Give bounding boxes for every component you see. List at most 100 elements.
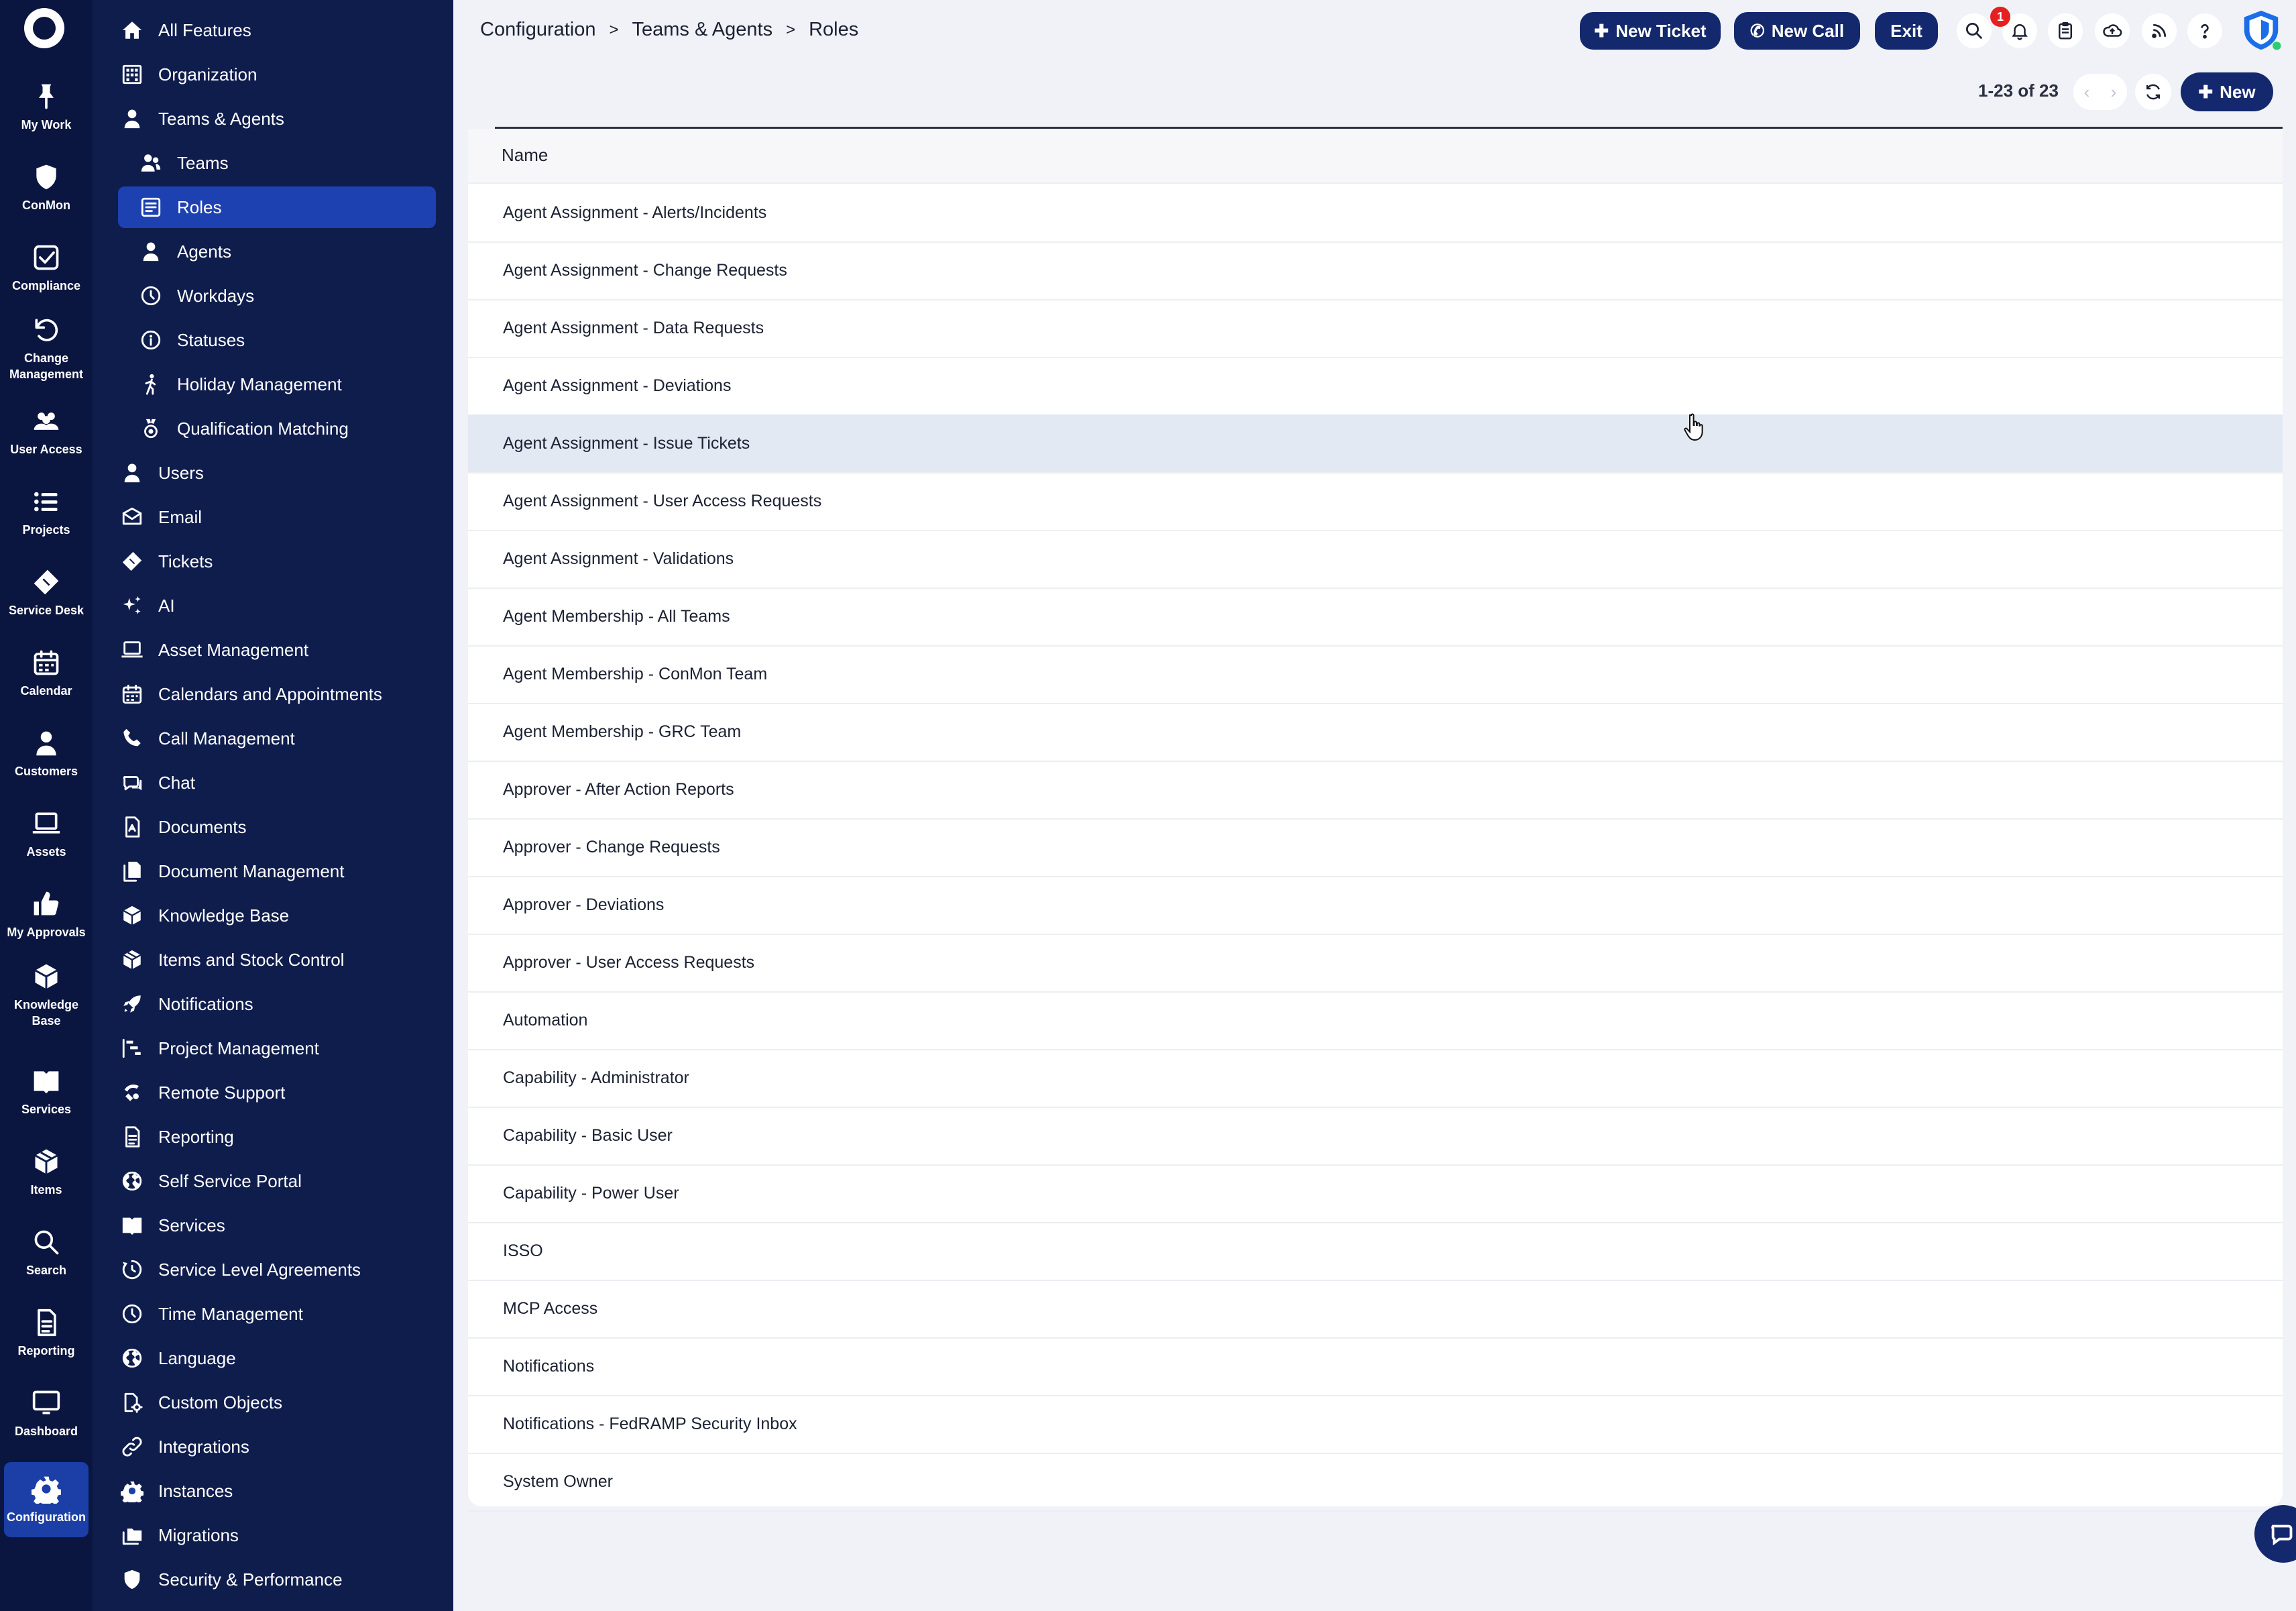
- rail-item-user-access[interactable]: User Access: [4, 394, 89, 469]
- menu-item-qualification-matching[interactable]: Qualification Matching: [118, 408, 436, 449]
- menu-item-roles[interactable]: Roles: [118, 186, 436, 228]
- new-role-button[interactable]: ✚ New: [2181, 72, 2273, 111]
- menu-item-ai[interactable]: AI: [118, 585, 436, 626]
- menu-item-instances[interactable]: Instances: [118, 1470, 436, 1512]
- table-row[interactable]: Capability - Power User: [468, 1164, 2283, 1223]
- table-row[interactable]: Capability - Administrator: [468, 1049, 2283, 1108]
- breadcrumb-configuration[interactable]: Configuration: [480, 19, 596, 41]
- table-row[interactable]: Automation: [468, 991, 2283, 1050]
- table-row[interactable]: Agent Assignment - User Access Requests: [468, 472, 2283, 531]
- menu-item-integrations[interactable]: Integrations: [118, 1426, 436, 1467]
- app-logo-icon[interactable]: [24, 8, 64, 48]
- rail-item-services[interactable]: Services: [4, 1054, 89, 1129]
- menu-item-calendars-and-appointments[interactable]: Calendars and Appointments: [118, 673, 436, 715]
- help-button[interactable]: [2187, 13, 2222, 48]
- menu-item-workdays[interactable]: Workdays: [118, 275, 436, 317]
- menu-item-chat[interactable]: Chat: [118, 762, 436, 803]
- table-row[interactable]: Agent Assignment - Issue Tickets: [468, 414, 2283, 474]
- rail-item-dashboard[interactable]: Dashboard: [4, 1376, 89, 1451]
- next-page-icon[interactable]: ›: [2111, 82, 2117, 103]
- brand-shield-button[interactable]: [2240, 8, 2283, 52]
- rail-item-configuration[interactable]: Configuration: [4, 1462, 89, 1537]
- table-row[interactable]: ISSO: [468, 1222, 2283, 1281]
- menu-item-asset-management[interactable]: Asset Management: [118, 629, 436, 671]
- rail-item-my-approvals[interactable]: My Approvals: [4, 877, 89, 952]
- rss-button[interactable]: [2142, 13, 2177, 48]
- menu-item-holiday-management[interactable]: Holiday Management: [118, 364, 436, 405]
- rail-item-reporting[interactable]: Reporting: [4, 1296, 89, 1371]
- table-row[interactable]: Approver - Change Requests: [468, 818, 2283, 877]
- rail-item-knowledge-base[interactable]: Knowledge Base: [4, 958, 89, 1033]
- table-row[interactable]: Agent Membership - All Teams: [468, 588, 2283, 647]
- menu-item-project-management[interactable]: Project Management: [118, 1027, 436, 1069]
- rail-item-customers[interactable]: Customers: [4, 716, 89, 791]
- table-row[interactable]: Approver - Deviations: [468, 876, 2283, 935]
- menu-item-email[interactable]: Email: [118, 496, 436, 538]
- rail-item-search[interactable]: Search: [4, 1215, 89, 1290]
- rail-item-projects[interactable]: Projects: [4, 475, 89, 550]
- rail-item-compliance[interactable]: Compliance: [4, 231, 89, 306]
- menu-item-document-management[interactable]: Document Management: [118, 850, 436, 892]
- menu-item-knowledge-base[interactable]: Knowledge Base: [118, 895, 436, 936]
- menu-item-time-management[interactable]: Time Management: [118, 1293, 436, 1335]
- table-row[interactable]: Capability - Basic User: [468, 1107, 2283, 1166]
- rail-item-calendar[interactable]: Calendar: [4, 636, 89, 711]
- table-row[interactable]: Approver - After Action Reports: [468, 761, 2283, 820]
- column-header-name[interactable]: Name: [502, 145, 548, 166]
- rail-item-my-work[interactable]: My Work: [4, 70, 89, 145]
- menu-item-organization[interactable]: Organization: [118, 54, 436, 95]
- menu-item-custom-objects[interactable]: Custom Objects: [118, 1382, 436, 1423]
- previous-page-icon[interactable]: ‹: [2084, 82, 2090, 103]
- menu-item-users[interactable]: Users: [118, 452, 436, 494]
- menu-item-notifications[interactable]: Notifications: [118, 983, 436, 1025]
- table-row[interactable]: Agent Assignment - Validations: [468, 530, 2283, 589]
- table-row[interactable]: System Owner: [468, 1453, 2283, 1512]
- menu-item-agents[interactable]: Agents: [118, 231, 436, 272]
- menu-item-teams[interactable]: Teams: [118, 142, 436, 184]
- table-row[interactable]: Notifications: [468, 1337, 2283, 1396]
- menu-item-statuses[interactable]: Statuses: [118, 319, 436, 361]
- rail-item-conmon[interactable]: ConMon: [4, 150, 89, 225]
- role-name-cell: Capability - Administrator: [503, 1068, 689, 1087]
- menu-item-reporting[interactable]: Reporting: [118, 1116, 436, 1158]
- chat-launcher-button[interactable]: [2254, 1505, 2296, 1563]
- table-row[interactable]: Agent Assignment - Data Requests: [468, 299, 2283, 358]
- table-row[interactable]: Agent Assignment - Change Requests: [468, 241, 2283, 300]
- table-row[interactable]: Agent Membership - ConMon Team: [468, 645, 2283, 704]
- breadcrumb-teams-agents[interactable]: Teams & Agents: [632, 19, 773, 41]
- table-row[interactable]: Agent Assignment - Alerts/Incidents: [468, 184, 2283, 243]
- menu-item-remote-support[interactable]: Remote Support: [118, 1072, 436, 1113]
- menu-item-call-management[interactable]: Call Management: [118, 718, 436, 759]
- menu-item-language[interactable]: Language: [118, 1337, 436, 1379]
- table-row[interactable]: Agent Membership - GRC Team: [468, 703, 2283, 762]
- new-ticket-button[interactable]: ✚ New Ticket: [1580, 12, 1721, 50]
- menu-item-all-features[interactable]: All Features: [118, 9, 436, 51]
- table-row[interactable]: MCP Access: [468, 1280, 2283, 1339]
- menu-item-service-level-agreements[interactable]: Service Level Agreements: [118, 1249, 436, 1290]
- refresh-button[interactable]: [2135, 74, 2171, 110]
- search-button[interactable]: [1957, 13, 1992, 48]
- menu-item-documents[interactable]: Documents: [118, 806, 436, 848]
- menu-item-teams-and-agents[interactable]: Teams & Agents: [118, 98, 436, 140]
- menu-item-security-and-performance[interactable]: Security & Performance: [118, 1559, 436, 1600]
- rail-item-assets[interactable]: Assets: [4, 797, 89, 872]
- clipboard-button[interactable]: [2048, 13, 2083, 48]
- menu-item-self-service-portal[interactable]: Self Service Portal: [118, 1160, 436, 1202]
- upload-button[interactable]: [2095, 13, 2130, 48]
- menu-item-services[interactable]: Services: [118, 1205, 436, 1246]
- table-row[interactable]: Approver - User Access Requests: [468, 934, 2283, 993]
- menu-item-label: Asset Management: [158, 639, 309, 660]
- exit-button[interactable]: Exit: [1875, 12, 1938, 50]
- menu-item-items-and-stock-control[interactable]: Items and Stock Control: [118, 939, 436, 981]
- rail-item-label: Calendar: [20, 684, 72, 698]
- record-count: 1-23 of 23: [1978, 80, 2059, 101]
- shield-icon: [124, 1569, 140, 1590]
- table-row[interactable]: Notifications - FedRAMP Security Inbox: [468, 1395, 2283, 1454]
- rail-item-change-management[interactable]: Change Management: [4, 311, 89, 386]
- table-row[interactable]: Agent Assignment - Deviations: [468, 357, 2283, 416]
- rail-item-items[interactable]: Items: [4, 1135, 89, 1210]
- menu-item-tickets[interactable]: Tickets: [118, 541, 436, 582]
- new-call-button[interactable]: ✆ New Call: [1734, 12, 1860, 50]
- menu-item-migrations[interactable]: Migrations: [118, 1514, 436, 1556]
- rail-item-service-desk[interactable]: Service Desk: [4, 555, 89, 630]
